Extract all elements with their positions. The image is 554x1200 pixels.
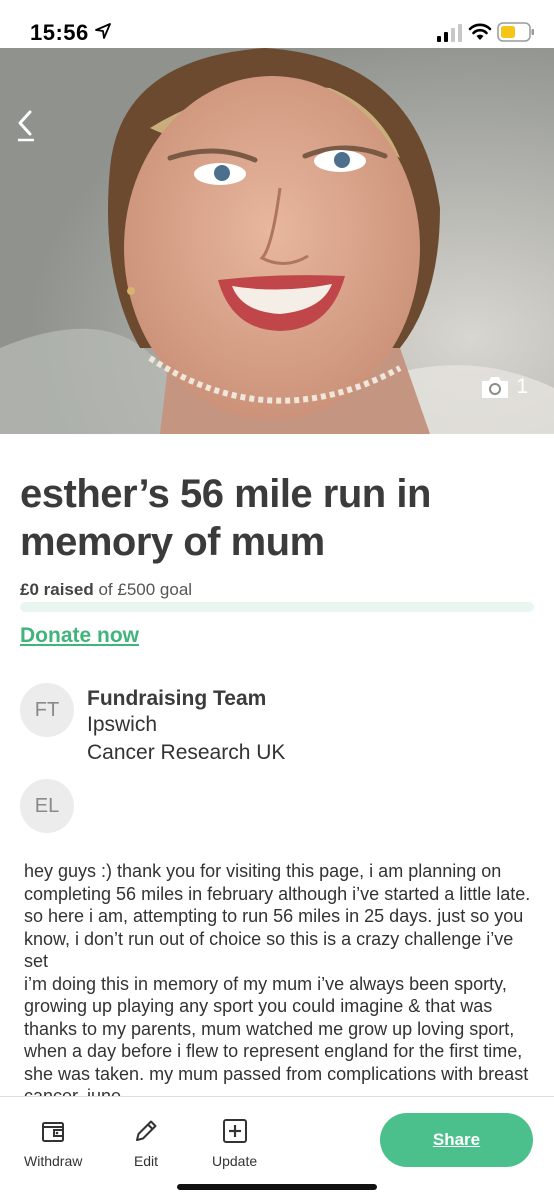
photo-count-value: 1	[516, 375, 528, 398]
camera-icon	[482, 377, 509, 398]
status-bar: 15:56	[0, 0, 554, 48]
story-text: hey guys :) thank you for visiting this …	[24, 861, 531, 1096]
withdraw-button[interactable]: Withdraw	[24, 1117, 82, 1169]
organiser-avatar: EL	[20, 779, 74, 833]
edit-button[interactable]: Edit	[132, 1117, 160, 1169]
team-charity: Cancer Research UK	[87, 741, 286, 764]
bottom-toolbar: Withdraw Edit Update Share	[0, 1096, 554, 1200]
plus-box-icon	[222, 1119, 247, 1143]
withdraw-label: Withdraw	[24, 1153, 83, 1169]
battery-low-icon	[497, 22, 534, 42]
update-label: Update	[212, 1153, 258, 1169]
team-name[interactable]: Fundraising Team	[87, 687, 266, 711]
progress-bar	[20, 602, 534, 612]
goal-text: of £500 goal	[98, 580, 193, 599]
edit-label: Edit	[133, 1153, 159, 1169]
chevron-left-icon[interactable]	[14, 108, 40, 142]
wallet-icon	[42, 1122, 65, 1142]
hero-photo: 1	[0, 48, 554, 434]
team-location: Ipswich	[87, 713, 158, 736]
raised-amount: £0 raised	[20, 580, 94, 599]
wifi-icon	[468, 23, 492, 40]
location-arrow-icon	[95, 23, 111, 39]
team-avatar: FT	[20, 683, 74, 737]
status-time: 15:56	[30, 20, 89, 45]
share-button[interactable]: Share	[380, 1113, 533, 1167]
page-title: esther’s 56 mile run in memory of mum	[20, 472, 431, 564]
raised-summary: £0 raised of £500 goal	[20, 580, 192, 600]
update-button[interactable]: Update	[212, 1117, 257, 1169]
portrait-photo	[0, 48, 554, 434]
signal-bars-icon	[437, 24, 462, 42]
photo-count[interactable]: 1	[480, 374, 528, 400]
home-indicator	[177, 1184, 377, 1190]
pencil-icon	[136, 1120, 157, 1141]
donate-now-link[interactable]: Donate now	[20, 624, 139, 648]
